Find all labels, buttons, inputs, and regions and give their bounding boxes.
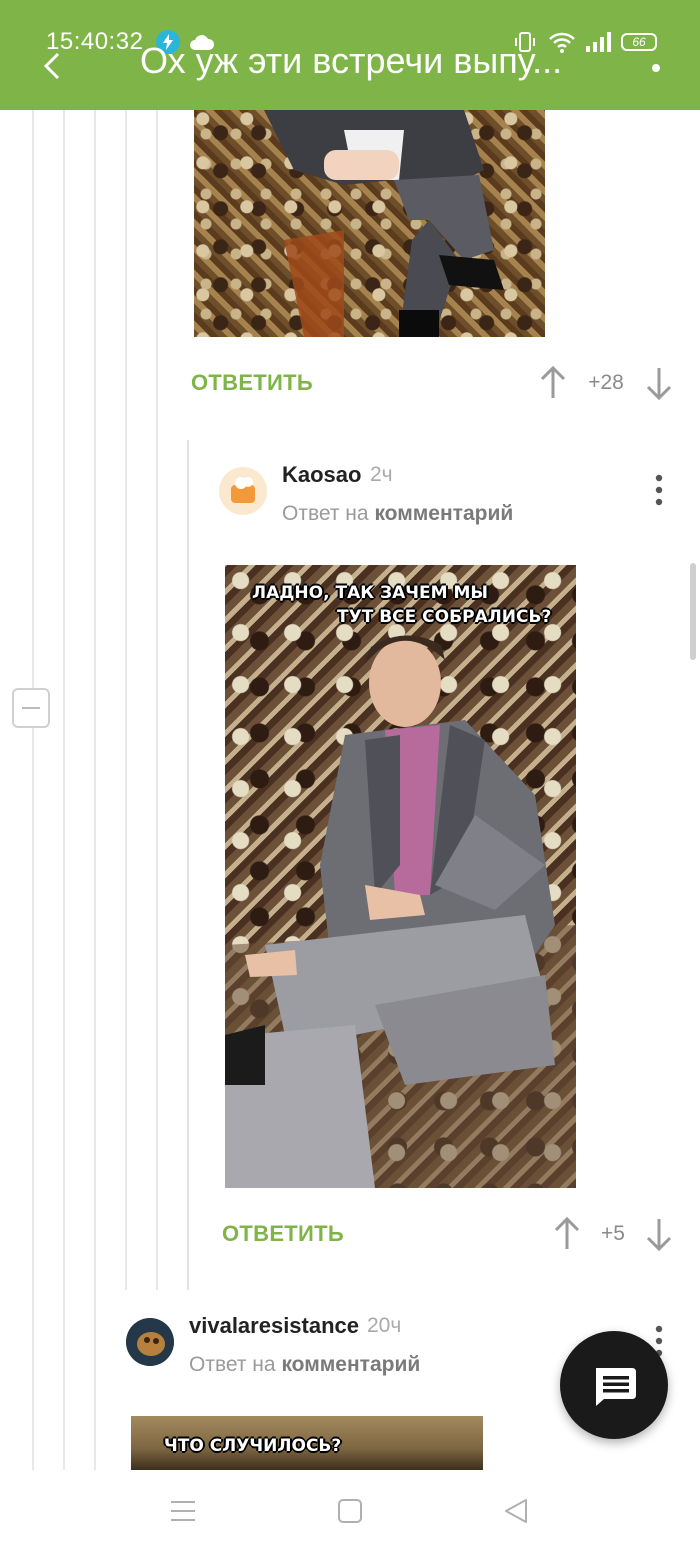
battery-icon: 66	[621, 33, 657, 51]
reply-to-link[interactable]: комментарий	[374, 502, 513, 525]
back-triangle-icon[interactable]	[503, 1498, 529, 1529]
comment-icon	[596, 1368, 636, 1406]
rating-value: +5	[601, 1222, 625, 1245]
scrollbar[interactable]	[690, 563, 696, 660]
avatar[interactable]	[219, 467, 267, 515]
avatar[interactable]	[126, 1318, 174, 1366]
reply-to-link[interactable]: комментарий	[281, 1353, 420, 1376]
downvote-icon[interactable]	[644, 366, 674, 401]
comment-author[interactable]: vivalaresistance	[189, 1313, 359, 1339]
collapse-thread-button[interactable]	[12, 688, 50, 728]
reply-button[interactable]: ОТВЕТИТЬ	[191, 370, 313, 396]
page-title: Ох уж эти встречи выпу...	[140, 40, 563, 81]
upvote-icon[interactable]	[552, 1216, 582, 1251]
thread-line[interactable]	[156, 110, 158, 1290]
reply-to-line: Ответ на комментарий	[282, 502, 513, 526]
comment-image[interactable]: ЧТО СЛУЧИЛОСЬ?	[131, 1416, 483, 1470]
thread-line[interactable]	[187, 440, 189, 1290]
menu-icon[interactable]	[170, 1498, 196, 1529]
meme-caption-line1: ЛАДНО, ТАК ЗАЧЕМ МЫ	[252, 583, 488, 603]
comment-time: 2ч	[370, 463, 393, 486]
reply-to-prefix: Ответ на	[282, 502, 369, 525]
screen: 15:40:32 66 Ох уж эти встречи выпу... ОТ…	[0, 0, 700, 1556]
reply-to-line: Ответ на комментарий	[189, 1353, 420, 1377]
thread-line[interactable]	[63, 110, 65, 1470]
reply-to-prefix: Ответ на	[189, 1353, 276, 1376]
back-arrow-icon[interactable]	[40, 50, 64, 90]
thread-line[interactable]	[125, 110, 127, 1290]
reply-button[interactable]: ОТВЕТИТЬ	[222, 1221, 344, 1247]
downvote-icon[interactable]	[644, 1217, 674, 1252]
meme-caption-line2: ТУТ ВСЕ СОБРАЛИСЬ?	[337, 607, 552, 627]
home-square-icon[interactable]	[337, 1498, 363, 1529]
meme-caption: ЧТО СЛУЧИЛОСЬ?	[164, 1436, 342, 1456]
thread-line[interactable]	[94, 110, 96, 1470]
man-in-suit	[225, 635, 576, 1188]
comment-time: 20ч	[367, 1314, 402, 1337]
comment-author[interactable]: Kaosao	[282, 462, 361, 488]
suit-figure	[264, 110, 504, 337]
thread-line[interactable]	[32, 110, 34, 1470]
more-vertical-icon[interactable]	[648, 58, 664, 88]
upvote-icon[interactable]	[538, 365, 568, 400]
comment-image[interactable]: ЛАДНО, ТАК ЗАЧЕМ МЫ ТУТ ВСЕ СОБРАЛИСЬ?	[225, 565, 576, 1188]
write-comment-button[interactable]	[560, 1331, 668, 1439]
app-bar: 15:40:32 66 Ох уж эти встречи выпу...	[0, 0, 700, 110]
comment-menu-icon[interactable]	[653, 474, 665, 506]
system-nav-bar	[0, 1470, 700, 1556]
rating-value: +28	[588, 371, 624, 394]
comment-image[interactable]	[194, 110, 545, 337]
